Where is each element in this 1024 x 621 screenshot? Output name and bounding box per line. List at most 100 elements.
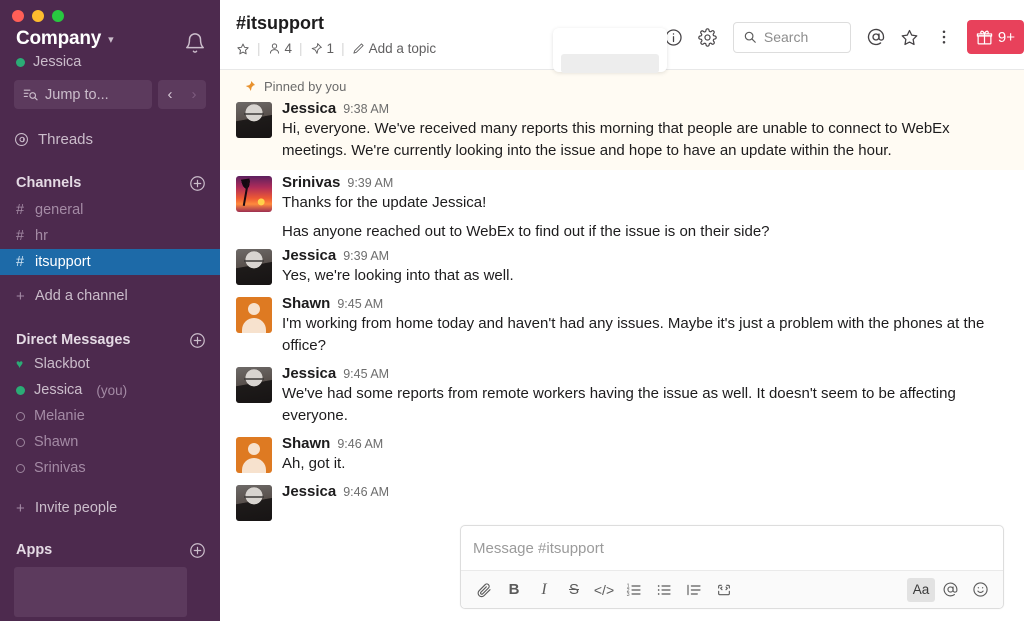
dm-section-title: Direct Messages bbox=[16, 332, 130, 348]
channel-list: # general # hr # itsupport bbox=[0, 197, 220, 275]
message-author[interactable]: Jessica bbox=[282, 247, 336, 264]
nav-forward-button[interactable]: › bbox=[182, 80, 206, 109]
team-switcher[interactable]: Company ▾ bbox=[16, 28, 206, 50]
dm-label: Slackbot bbox=[34, 356, 90, 372]
dm-list: ♥ Slackbot Jessica (you) Melanie Shawn S… bbox=[0, 351, 220, 481]
avatar[interactable] bbox=[236, 102, 272, 138]
message-author[interactable]: Shawn bbox=[282, 295, 330, 312]
code-button[interactable]: </> bbox=[589, 576, 619, 604]
message-author[interactable]: Jessica bbox=[282, 483, 336, 500]
hash-icon: # bbox=[16, 228, 26, 244]
star-icon[interactable] bbox=[236, 42, 250, 56]
message-timestamp: 9:46 AM bbox=[343, 485, 389, 499]
blockquote-icon[interactable] bbox=[679, 576, 709, 604]
bell-icon[interactable] bbox=[184, 32, 206, 54]
message-author[interactable]: Jessica bbox=[282, 100, 336, 117]
avatar[interactable] bbox=[236, 297, 272, 333]
person-icon bbox=[268, 42, 281, 55]
add-app-icon[interactable] bbox=[189, 542, 206, 559]
apps-hover-placeholder[interactable] bbox=[14, 567, 187, 617]
channels-section-header: Channels bbox=[0, 172, 220, 194]
message-body: Shawn 9:45 AM I'm working from home toda… bbox=[272, 295, 1004, 357]
sidebar-dm-slackbot[interactable]: ♥ Slackbot bbox=[0, 351, 220, 377]
add-channel-icon[interactable] bbox=[189, 175, 206, 192]
sidebar-channel-general[interactable]: # general bbox=[0, 197, 220, 223]
search-input[interactable]: Search bbox=[733, 22, 851, 53]
avatar[interactable] bbox=[236, 249, 272, 285]
message-author[interactable]: Srinivas bbox=[282, 174, 340, 191]
tooltip-popover bbox=[553, 28, 667, 72]
message-item: Jessica 9:38 AM Hi, everyone. We've rece… bbox=[220, 96, 1024, 166]
nav-back-button[interactable]: ‹ bbox=[158, 80, 182, 109]
jump-to-button[interactable]: Jump to... bbox=[14, 80, 152, 109]
message-item: Shawn 9:45 AM I'm working from home toda… bbox=[220, 291, 1024, 361]
at-icon[interactable] bbox=[935, 576, 965, 604]
sidebar-dm-jessica[interactable]: Jessica (you) bbox=[0, 377, 220, 403]
add-a-channel-button[interactable]: + Add a channel bbox=[0, 283, 220, 309]
jump-to-label: Jump to... bbox=[45, 87, 109, 103]
sidebar-dm-melanie[interactable]: Melanie bbox=[0, 403, 220, 429]
sidebar-dm-srinivas[interactable]: Srinivas bbox=[0, 455, 220, 481]
message-author[interactable]: Jessica bbox=[282, 365, 336, 382]
sidebar-channel-itsupport[interactable]: # itsupport bbox=[0, 249, 220, 275]
minimize-window-button[interactable] bbox=[32, 10, 44, 22]
pinned-by-label: Pinned by you bbox=[264, 79, 346, 94]
dm-label: Srinivas bbox=[34, 460, 86, 476]
message-text: We've had some reports from remote worke… bbox=[282, 383, 1004, 427]
maximize-window-button[interactable] bbox=[52, 10, 64, 22]
dm-label: Jessica bbox=[34, 382, 82, 398]
dm-you-suffix: (you) bbox=[96, 383, 127, 398]
gift-badge[interactable]: 9+ bbox=[967, 20, 1024, 54]
message-input[interactable]: Message #itsupport bbox=[461, 526, 1003, 570]
sidebar-channel-hr[interactable]: # hr bbox=[0, 223, 220, 249]
formatting-toggle-button[interactable]: Aa bbox=[907, 578, 935, 602]
avatar[interactable] bbox=[236, 367, 272, 403]
add-dm-icon[interactable] bbox=[189, 332, 206, 349]
threads-icon bbox=[14, 132, 29, 147]
paperclip-icon[interactable] bbox=[469, 576, 499, 604]
bullet-list-icon[interactable] bbox=[649, 576, 679, 604]
message-timestamp: 9:46 AM bbox=[337, 437, 383, 451]
message-item: Jessica 9:46 AM bbox=[220, 479, 1024, 525]
current-user[interactable]: Jessica bbox=[16, 54, 206, 70]
message-item: Srinivas 9:39 AM Thanks for the update J… bbox=[220, 170, 1024, 218]
sidebar-item-threads[interactable]: Threads bbox=[0, 126, 220, 152]
italic-button[interactable]: I bbox=[529, 576, 559, 604]
message-text: I'm working from home today and haven't … bbox=[282, 313, 1004, 357]
message-text: Yes, we're looking into that as well. bbox=[282, 265, 1004, 287]
avatar[interactable] bbox=[236, 485, 272, 521]
message-text: Has anyone reached out to WebEx to find … bbox=[282, 221, 1004, 243]
apps-section-header: Apps bbox=[0, 539, 220, 561]
message-item: Jessica 9:39 AM Yes, we're looking into … bbox=[220, 243, 1024, 291]
kebab-menu-icon[interactable] bbox=[927, 20, 961, 54]
message-author[interactable]: Shawn bbox=[282, 435, 330, 452]
pin-count[interactable]: 1 bbox=[310, 41, 335, 56]
add-topic-button[interactable]: Add a topic bbox=[352, 41, 437, 56]
code-block-icon[interactable] bbox=[709, 576, 739, 604]
message-body: Srinivas 9:39 AM Thanks for the update J… bbox=[272, 174, 1004, 214]
ordered-list-icon[interactable]: 1 2 3 bbox=[619, 576, 649, 604]
message-timestamp: 9:45 AM bbox=[337, 297, 383, 311]
invite-people-button[interactable]: + Invite people bbox=[0, 495, 220, 521]
message-body: Jessica 9:39 AM Yes, we're looking into … bbox=[272, 247, 1004, 287]
emoji-icon[interactable] bbox=[965, 576, 995, 604]
pin-icon bbox=[310, 42, 323, 55]
presence-away-icon bbox=[16, 438, 25, 447]
bold-button[interactable]: B bbox=[499, 576, 529, 604]
message-timestamp: 9:45 AM bbox=[343, 367, 389, 381]
presence-away-icon bbox=[16, 464, 25, 473]
presence-online-icon bbox=[16, 386, 25, 395]
pinned-by-label-row: Pinned by you bbox=[220, 76, 1024, 96]
history-nav: ‹ › bbox=[158, 80, 206, 109]
gear-icon[interactable] bbox=[691, 20, 725, 54]
at-icon[interactable] bbox=[859, 20, 893, 54]
starred-items-icon[interactable] bbox=[893, 20, 927, 54]
avatar[interactable] bbox=[236, 437, 272, 473]
tooltip-content-placeholder bbox=[561, 54, 659, 73]
close-window-button[interactable] bbox=[12, 10, 24, 22]
avatar[interactable] bbox=[236, 176, 272, 212]
member-count[interactable]: 4 bbox=[268, 41, 293, 56]
gift-badge-count: 9+ bbox=[998, 29, 1015, 46]
sidebar-dm-shawn[interactable]: Shawn bbox=[0, 429, 220, 455]
strikethrough-button[interactable]: S bbox=[559, 576, 589, 604]
